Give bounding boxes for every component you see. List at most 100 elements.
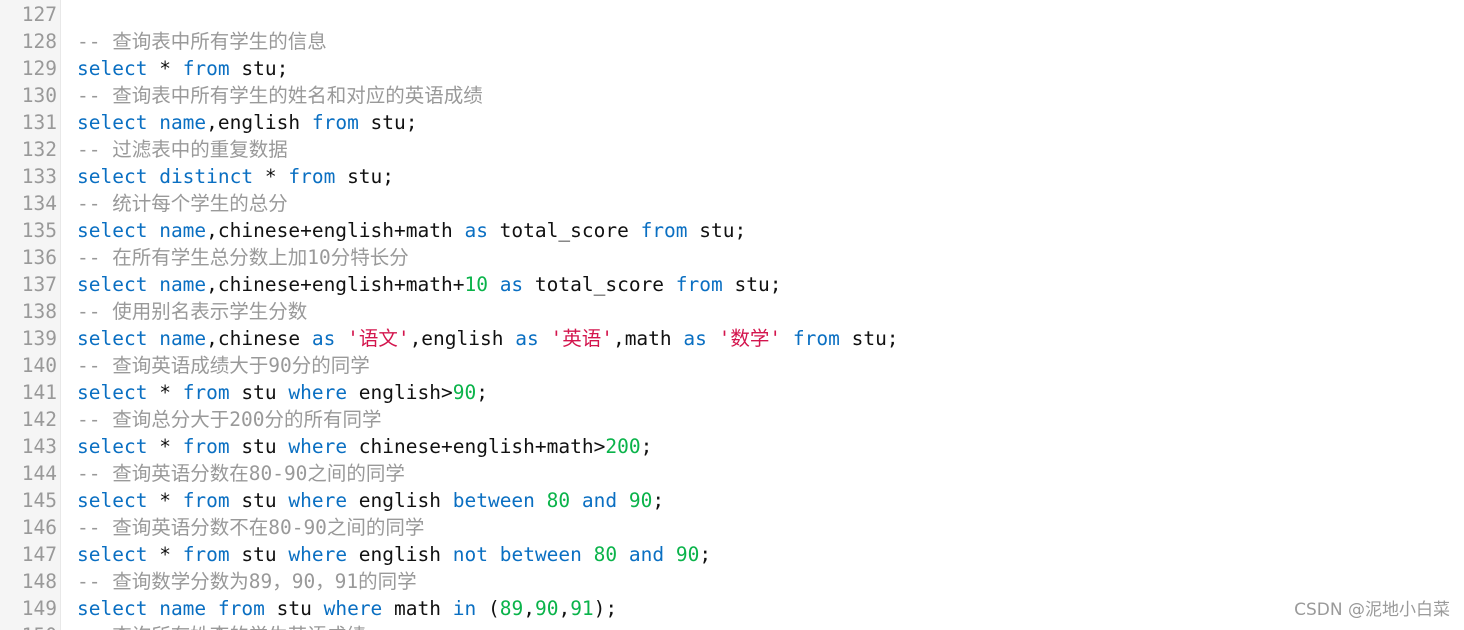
code-text: -- 查询表中所有学生的信息 <box>77 28 327 55</box>
code-token: stu; <box>358 111 418 134</box>
code-token: ,math <box>612 327 684 350</box>
code-line: 131 select name,english from stu; <box>0 109 1464 136</box>
code-token: ); <box>593 597 618 620</box>
code-token: stu; <box>335 165 395 188</box>
line-number: 141 <box>21 381 57 404</box>
code-text: -- 查询表中所有学生的姓名和对应的英语成绩 <box>77 82 483 109</box>
sql-keyword: between <box>452 489 535 512</box>
code-token: english <box>347 489 453 512</box>
sql-keyword: from <box>182 57 230 80</box>
sql-keyword: select <box>77 111 148 134</box>
code-token: stu <box>229 435 289 458</box>
code-line: 133 select distinct * from stu; <box>0 163 1464 190</box>
code-token: stu <box>229 543 289 566</box>
code-token: stu; <box>687 219 747 242</box>
sql-keyword: name <box>159 111 207 134</box>
line-number: 144 <box>21 462 57 485</box>
code-token: stu; <box>839 327 899 350</box>
sql-keyword: select <box>77 381 148 404</box>
line-number: 148 <box>21 570 57 593</box>
code-text: -- 查询英语分数在80-90之间的同学 <box>77 460 405 487</box>
line-number: 127 <box>21 3 57 26</box>
number-literal: 90 <box>628 489 653 512</box>
string-literal: '数学' <box>718 327 782 350</box>
code-token: stu <box>229 489 289 512</box>
code-token: ; <box>699 543 712 566</box>
string-literal: '语文' <box>347 327 410 350</box>
code-line: 148 -- 查询数学分数为89，90，91的同学 <box>0 568 1464 595</box>
sql-keyword: select <box>77 219 148 242</box>
line-number: 133 <box>21 165 57 188</box>
sql-keyword: select <box>77 435 148 458</box>
code-text: select * from stu where english between … <box>77 487 664 514</box>
code-token: ,english <box>409 327 516 350</box>
line-number: 143 <box>21 435 57 458</box>
sql-comment: -- 查询所有姓李的学生英语成绩 <box>77 624 366 630</box>
sql-keyword: and <box>581 489 618 512</box>
code-line: 145 select * from stu where english betwe… <box>0 487 1464 514</box>
code-line: 137 select name,chinese+english+math+10 a… <box>0 271 1464 298</box>
number-literal: 91 <box>570 597 594 620</box>
sql-keyword: where <box>288 543 348 566</box>
sql-comment: -- 查询表中所有学生的信息 <box>77 30 327 53</box>
code-text: -- 查询数学分数为89，90，91的同学 <box>77 568 417 595</box>
code-token: ,chinese+english+math <box>206 219 465 242</box>
code-token: * <box>147 57 183 80</box>
code-text: -- 使用别名表示学生分数 <box>77 298 307 325</box>
sql-comment: -- 过滤表中的重复数据 <box>77 138 288 161</box>
code-editor[interactable]: 127 128 -- 查询表中所有学生的信息 129 select * from stu… <box>0 0 1464 630</box>
line-number: 134 <box>21 192 57 215</box>
code-token: ,chinese+english+math+ <box>206 273 465 296</box>
line-number: 138 <box>21 300 57 323</box>
sql-keyword: name <box>159 219 207 242</box>
sql-keyword: from <box>675 273 723 296</box>
sql-keyword: from <box>288 165 336 188</box>
code-line: 144 -- 查询英语分数在80-90之间的同学 <box>0 460 1464 487</box>
sql-keyword: as <box>515 327 539 350</box>
sql-comment: -- 查询表中所有学生的姓名和对应的英语成绩 <box>77 84 483 107</box>
sql-keyword: where <box>323 597 383 620</box>
line-number: 140 <box>21 354 57 377</box>
number-literal: 90 <box>452 381 477 404</box>
sql-keyword: as <box>499 273 524 296</box>
code-token: total_score <box>487 219 641 242</box>
code-line: 140 -- 查询英语成绩大于90分的同学 <box>0 352 1464 379</box>
code-line: 127 <box>0 1 1464 28</box>
sql-comment: -- 查询英语成绩大于90分的同学 <box>77 354 370 377</box>
code-token: stu; <box>722 273 782 296</box>
code-token: ; <box>652 489 665 512</box>
number-literal: 200 <box>605 435 641 458</box>
code-token: , <box>558 597 571 620</box>
number-literal: 80 <box>593 543 618 566</box>
code-token: english> <box>347 381 453 404</box>
sql-keyword: from <box>311 111 359 134</box>
sql-keyword: name <box>159 327 207 350</box>
code-text: select name from stu where math in (89,9… <box>77 595 617 622</box>
code-line: 150 -- 查询所有姓李的学生英语成绩 <box>0 622 1464 630</box>
sql-keyword: between <box>499 543 582 566</box>
sql-keyword: from <box>182 381 230 404</box>
code-text: select * from stu; <box>77 55 288 82</box>
sql-comment: -- 统计每个学生的总分 <box>77 192 288 215</box>
sql-keyword: select <box>77 327 148 350</box>
code-token: ; <box>640 435 653 458</box>
sql-comment: -- 查询英语分数在80-90之间的同学 <box>77 462 405 485</box>
sql-keyword: name <box>159 273 207 296</box>
line-number: 147 <box>21 543 57 566</box>
sql-keyword: select <box>77 489 148 512</box>
code-line: 139 select name,chinese as '语文',english a… <box>0 325 1464 352</box>
sql-keyword: distinct <box>159 165 254 188</box>
sql-comment: -- 使用别名表示学生分数 <box>77 300 308 323</box>
code-line: 132 -- 过滤表中的重复数据 <box>0 136 1464 163</box>
line-number: 132 <box>21 138 57 161</box>
